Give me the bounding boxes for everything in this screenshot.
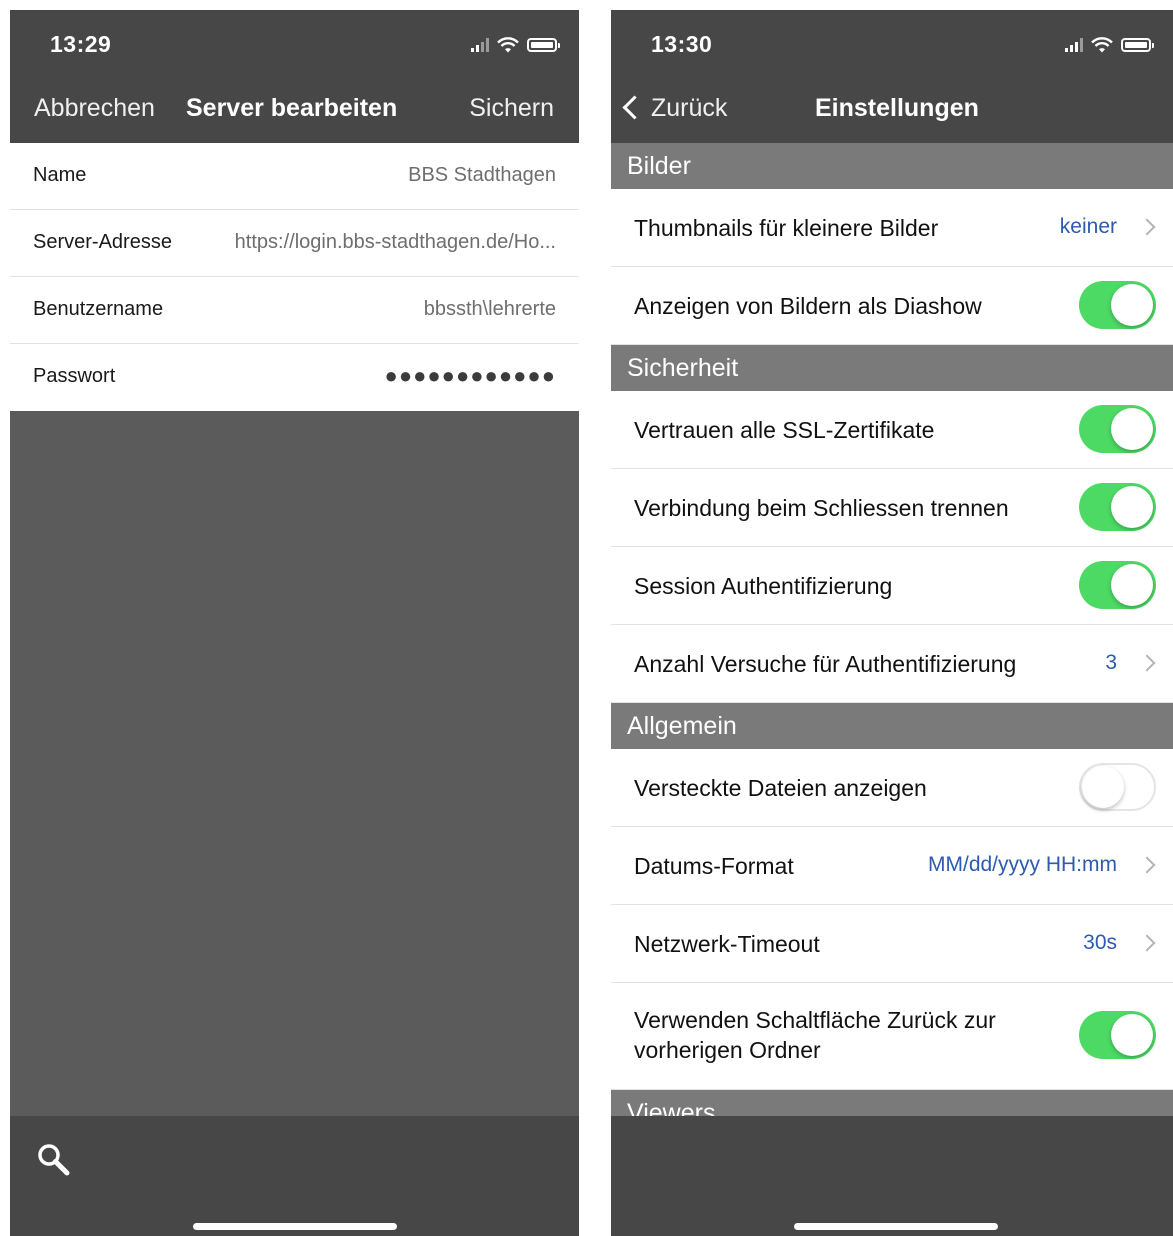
status-time: 13:29 <box>50 31 112 57</box>
session-toggle[interactable] <box>1079 561 1156 609</box>
signal-icon <box>1065 38 1083 52</box>
back-button[interactable]: Zurück <box>651 94 727 123</box>
status-time: 13:30 <box>651 31 713 57</box>
row-value: 30s <box>1083 931 1117 954</box>
status-bar: 13:29 <box>10 10 579 80</box>
chevron-right-icon <box>1138 934 1156 952</box>
chevron-right-icon <box>1138 654 1156 672</box>
field-label: Passwort <box>33 365 116 387</box>
timeout-row[interactable]: Netzwerk-Timeout 30s <box>611 905 1173 983</box>
disconnect-toggle[interactable] <box>1079 483 1156 531</box>
field-label: Name <box>33 164 87 186</box>
bottom-toolbar <box>10 1116 579 1236</box>
row-value: MM/dd/yyyy HH:mm <box>928 853 1117 876</box>
row-label: Versteckte Dateien anzeigen <box>634 775 927 801</box>
nav-bar: Zurück Einstellungen <box>611 80 1173 143</box>
server-address-field[interactable]: Server-Adresse https://login.bbs-stadtha… <box>10 210 579 277</box>
row-label: Verwenden Schaltfläche Zurück zur vorher… <box>634 1007 996 1063</box>
field-label: Benutzername <box>33 298 164 320</box>
server-form: Name BBS Stadthagen Server-Adresse https… <box>10 143 579 411</box>
row-label: Datums-Format <box>634 853 794 879</box>
settings-list: Bilder Thumbnails für kleinere Bilder ke… <box>611 143 1173 1136</box>
home-indicator[interactable] <box>794 1223 998 1230</box>
username-field[interactable]: Benutzername bbssth\lehrerte <box>10 277 579 344</box>
bottom-toolbar <box>611 1116 1173 1236</box>
attempts-row[interactable]: Anzahl Versuche für Authentifizierung 3 <box>611 625 1173 703</box>
password-input[interactable]: ●●●●●●●●●●●● <box>385 363 556 389</box>
settings-screen: 13:30 Zurück Einstellungen Bilder Thumbn… <box>611 10 1173 1236</box>
status-bar: 13:30 <box>611 10 1173 80</box>
hidden-files-row: Versteckte Dateien anzeigen <box>611 749 1173 827</box>
diashow-toggle[interactable] <box>1079 281 1156 329</box>
chevron-right-icon <box>1138 218 1156 236</box>
date-format-row[interactable]: Datums-Format MM/dd/yyyy HH:mm <box>611 827 1173 905</box>
chevron-right-icon <box>1138 856 1156 874</box>
thumbnails-row[interactable]: Thumbnails für kleinere Bilder keiner <box>611 189 1173 267</box>
row-label: Session Authentifizierung <box>634 573 893 599</box>
row-label: Anzeigen von Bildern als Diashow <box>634 293 982 319</box>
ssl-row: Vertrauen alle SSL-Zertifikate <box>611 391 1173 469</box>
page-title: Server bearbeiten <box>186 94 398 122</box>
cancel-button[interactable]: Abbrechen <box>34 94 155 123</box>
hidden-files-toggle[interactable] <box>1079 763 1156 811</box>
nav-bar: Abbrechen Server bearbeiten Sichern <box>10 80 579 143</box>
ssl-toggle[interactable] <box>1079 405 1156 453</box>
chevron-left-icon[interactable] <box>622 95 647 120</box>
wifi-icon <box>1091 37 1113 53</box>
page-title: Einstellungen <box>815 94 979 122</box>
field-label: Server-Adresse <box>33 231 172 253</box>
battery-icon <box>527 38 560 52</box>
save-button[interactable]: Sichern <box>469 94 554 123</box>
row-value: keiner <box>1059 215 1117 238</box>
username-input[interactable]: bbssth\lehrerte <box>424 298 556 321</box>
name-field[interactable]: Name BBS Stadthagen <box>10 143 579 210</box>
section-header-sicherheit: Sicherheit <box>611 345 1173 391</box>
section-header-bilder: Bilder <box>611 143 1173 189</box>
row-label: Vertrauen alle SSL-Zertifikate <box>634 417 935 443</box>
password-field[interactable]: Passwort ●●●●●●●●●●●● <box>10 344 579 411</box>
server-address-input[interactable]: https://login.bbs-stadthagen.de/Ho... <box>235 231 556 254</box>
back-button-row: Verwenden Schaltfläche Zurück zur vorher… <box>611 983 1173 1090</box>
battery-icon <box>1121 38 1154 52</box>
row-label: Netzwerk-Timeout <box>634 931 820 957</box>
signal-icon <box>471 38 489 52</box>
diashow-row: Anzeigen von Bildern als Diashow <box>611 267 1173 345</box>
row-label: Anzahl Versuche für Authentifizierung <box>634 651 1017 677</box>
name-input[interactable]: BBS Stadthagen <box>408 164 556 187</box>
wifi-icon <box>497 37 519 53</box>
search-icon[interactable] <box>36 1142 72 1178</box>
row-value: 3 <box>1105 651 1117 674</box>
session-row: Session Authentifizierung <box>611 547 1173 625</box>
row-label: Verbindung beim Schliessen trennen <box>634 495 1009 521</box>
row-label: Thumbnails für kleinere Bilder <box>634 215 939 241</box>
server-edit-screen: 13:29 Abbrechen Server bearbeiten Sicher… <box>10 10 579 1236</box>
disconnect-row: Verbindung beim Schliessen trennen <box>611 469 1173 547</box>
home-indicator[interactable] <box>193 1223 397 1230</box>
section-header-allgemein: Allgemein <box>611 703 1173 749</box>
back-button-toggle[interactable] <box>1079 1011 1156 1059</box>
